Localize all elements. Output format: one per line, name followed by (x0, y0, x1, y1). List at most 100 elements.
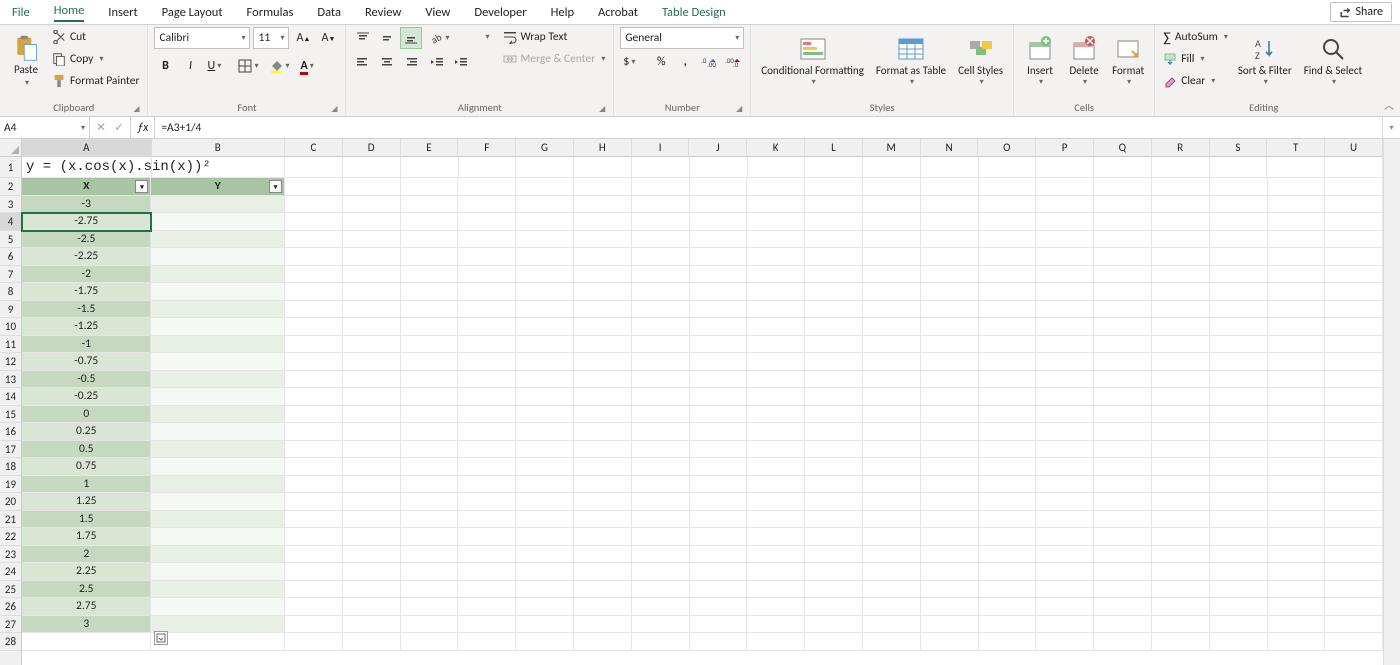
cell-C13[interactable] (285, 371, 343, 389)
cell-T7[interactable] (1268, 266, 1326, 284)
row-header-16[interactable]: 16 (0, 423, 21, 441)
cell-I14[interactable] (632, 388, 690, 406)
cell-D6[interactable] (343, 248, 401, 266)
cell-U6[interactable] (1325, 248, 1383, 266)
col-header-S[interactable]: S (1210, 139, 1268, 157)
cell-S21[interactable] (1210, 511, 1268, 529)
cell-S14[interactable] (1210, 388, 1268, 406)
cell-S27[interactable] (1210, 616, 1268, 634)
cell-L15[interactable] (805, 406, 863, 424)
cell-M26[interactable] (863, 598, 921, 616)
cell-D10[interactable] (343, 318, 401, 336)
cell-F6[interactable] (458, 248, 516, 266)
cancel-formula-button[interactable]: ✕ (96, 120, 106, 135)
row-header-19[interactable]: 19 (0, 476, 21, 494)
cell-Q26[interactable] (1094, 598, 1152, 616)
cell-M12[interactable] (863, 353, 921, 371)
cell-J26[interactable] (690, 598, 748, 616)
cell-T24[interactable] (1268, 563, 1326, 581)
cell-G1[interactable] (516, 157, 574, 178)
cell-B16[interactable] (151, 423, 284, 441)
cell-H19[interactable] (574, 476, 632, 494)
cell-T16[interactable] (1268, 423, 1326, 441)
row-header-8[interactable]: 8 (0, 283, 21, 301)
cell-A19[interactable]: 1 (22, 476, 151, 494)
cell-A10[interactable]: -1.25 (22, 318, 151, 336)
cell-J17[interactable] (690, 441, 748, 459)
cell-D11[interactable] (343, 336, 401, 354)
cell-N24[interactable] (921, 563, 979, 581)
cell-U10[interactable] (1325, 318, 1383, 336)
cell-I20[interactable] (632, 493, 690, 511)
cell-N20[interactable] (921, 493, 979, 511)
format-cells-button[interactable]: Format▾ (1108, 27, 1148, 93)
cell-H23[interactable] (574, 546, 632, 564)
cell-R23[interactable] (1152, 546, 1210, 564)
cell-R1[interactable] (1152, 157, 1210, 178)
col-header-C[interactable]: C (285, 139, 343, 157)
cell-G14[interactable] (516, 388, 574, 406)
cell-G23[interactable] (516, 546, 574, 564)
cell-L16[interactable] (805, 423, 863, 441)
cell-T28[interactable] (1268, 633, 1326, 651)
cell-H27[interactable] (574, 616, 632, 634)
col-header-F[interactable]: F (458, 139, 516, 157)
cell-I15[interactable] (632, 406, 690, 424)
decrease-font-button[interactable]: A▼ (317, 27, 339, 49)
cell-A14[interactable]: -0.25 (22, 388, 151, 406)
cell-I12[interactable] (632, 353, 690, 371)
cell-B17[interactable] (151, 441, 284, 459)
cell-M22[interactable] (863, 528, 921, 546)
cell-J6[interactable] (690, 248, 748, 266)
cell-B8[interactable] (151, 283, 284, 301)
font-launcher[interactable]: ◢ (331, 104, 337, 114)
row-header-2[interactable]: 2 (0, 178, 21, 196)
cell-E26[interactable] (401, 598, 459, 616)
tab-data[interactable]: Data (305, 1, 353, 24)
cell-N26[interactable] (921, 598, 979, 616)
cell-Q23[interactable] (1094, 546, 1152, 564)
cell-D21[interactable] (343, 511, 401, 529)
cell-D23[interactable] (343, 546, 401, 564)
cell-N8[interactable] (921, 283, 979, 301)
cell-P27[interactable] (1036, 616, 1094, 634)
cell-K9[interactable] (747, 301, 805, 319)
cell-E14[interactable] (401, 388, 459, 406)
cell-F14[interactable] (458, 388, 516, 406)
cell-H16[interactable] (574, 423, 632, 441)
cell-D24[interactable] (343, 563, 401, 581)
row-header-26[interactable]: 26 (0, 598, 21, 616)
cell-H12[interactable] (574, 353, 632, 371)
cell-J1[interactable] (690, 157, 748, 178)
cell-H11[interactable] (574, 336, 632, 354)
cell-I3[interactable] (632, 196, 690, 214)
name-box[interactable]: A4▾ (0, 117, 90, 138)
cell-Q24[interactable] (1094, 563, 1152, 581)
tab-help[interactable]: Help (539, 1, 586, 24)
cell-F12[interactable] (458, 353, 516, 371)
find-select-button[interactable]: Find & Select▾ (1300, 27, 1366, 93)
cell-D25[interactable] (343, 581, 401, 599)
cell-B13[interactable] (151, 371, 284, 389)
cell-U17[interactable] (1325, 441, 1383, 459)
cell-D26[interactable] (343, 598, 401, 616)
cell-D15[interactable] (343, 406, 401, 424)
cell-K14[interactable] (747, 388, 805, 406)
cell-T14[interactable] (1268, 388, 1326, 406)
cell-P9[interactable] (1036, 301, 1094, 319)
cell-R15[interactable] (1152, 406, 1210, 424)
cell-G10[interactable] (516, 318, 574, 336)
cell-E28[interactable] (401, 633, 459, 651)
cell-G16[interactable] (516, 423, 574, 441)
cell-M25[interactable] (863, 581, 921, 599)
cell-E1[interactable] (401, 157, 459, 178)
cell-F26[interactable] (458, 598, 516, 616)
row-header-21[interactable]: 21 (0, 511, 21, 529)
cell-P26[interactable] (1036, 598, 1094, 616)
cell-F16[interactable] (458, 423, 516, 441)
cell-F25[interactable] (458, 581, 516, 599)
cell-M28[interactable] (863, 633, 921, 651)
cell-D2[interactable] (343, 178, 401, 196)
cell-T3[interactable] (1268, 196, 1326, 214)
cell-T17[interactable] (1268, 441, 1326, 459)
